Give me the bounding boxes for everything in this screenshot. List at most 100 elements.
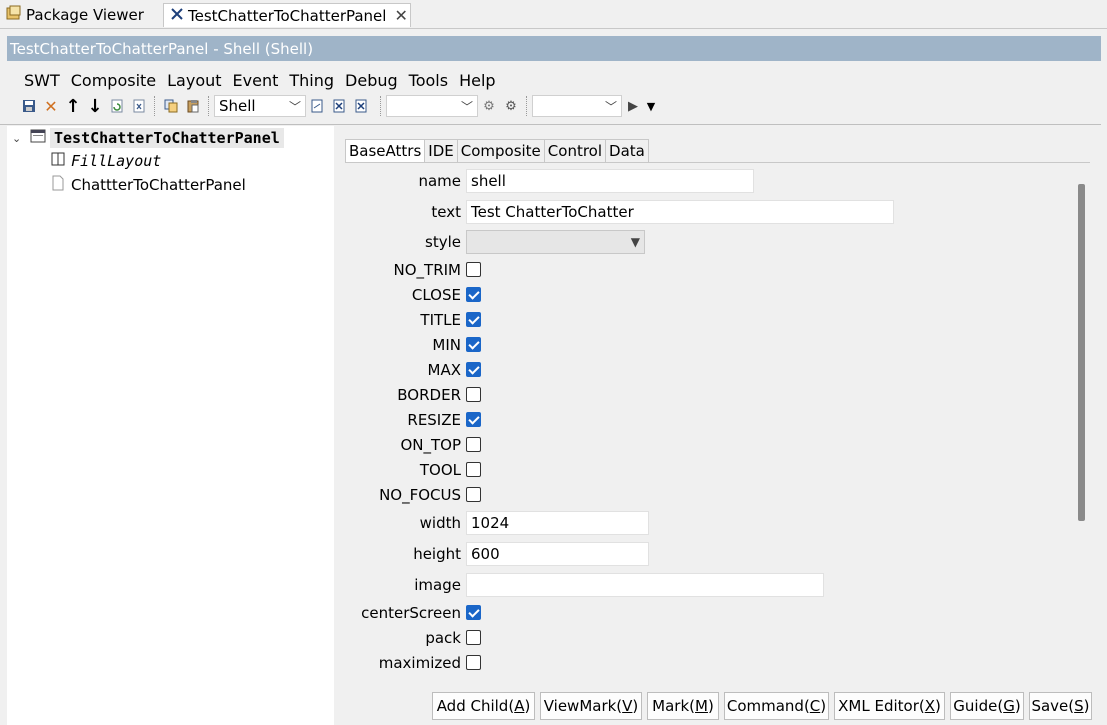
layout-icon [51,152,65,170]
add-child-button[interactable]: Add Child(A) [432,692,535,720]
tree-root[interactable]: ⌄ TestChatterToChatterPanel [12,127,284,149]
menu-event[interactable]: Event [233,71,279,90]
paren: ) [707,697,714,715]
combo-3[interactable]: ﹀ [532,95,622,117]
toolbar: ✕ ↑ ↓ Shell ﹀ ﹀ ⚙ ⚙ ﹀ ▶ ▼ [18,94,658,118]
checkbox-label: centerScreen [361,604,461,622]
gear-icon[interactable]: ⚙ [478,95,500,117]
button-label: Guide( [953,697,1004,715]
title-checkbox[interactable] [466,312,481,327]
button-label: Save( [1031,697,1075,715]
tool-checkbox[interactable] [466,462,481,477]
x-file-icon[interactable] [328,95,350,117]
text-field[interactable]: Test ChatterToChatter [466,200,894,224]
toolbar-separator [208,96,210,116]
x-file-alt-icon[interactable] [350,95,372,117]
width-field[interactable]: 1024 [466,511,649,535]
menu-help[interactable]: Help [459,71,495,90]
triangle-down-icon: ▼ [630,235,640,249]
xml-file-icon[interactable] [128,95,150,117]
mnemonic: X [924,697,935,715]
min-checkbox[interactable] [466,337,481,352]
paren: ) [935,697,941,715]
checkbox-label: MAX [427,361,461,379]
on-top-checkbox[interactable] [466,437,481,452]
tab-data[interactable]: Data [606,139,649,163]
open-icon[interactable] [306,95,328,117]
button-label: Mark( [652,697,696,715]
delete-icon[interactable]: ✕ [40,95,62,117]
mnemonic: C [809,697,821,715]
tree-item-filllayout[interactable]: FillLayout [51,150,161,172]
viewmark-button[interactable]: ViewMark(V) [540,692,642,720]
toolbar-divider [0,124,1101,125]
no-focus-checkbox[interactable] [466,487,481,502]
tab-baseattrs[interactable]: BaseAttrs [345,139,426,163]
center-screen-checkbox[interactable] [466,605,481,620]
menu-thing[interactable]: Thing [289,71,334,90]
style-select[interactable]: ▼ [466,230,645,254]
checkbox-label: pack [425,629,461,647]
menu-debug[interactable]: Debug [345,71,398,90]
tab-control[interactable]: Control [544,139,607,163]
checkbox-label: MIN [432,336,461,354]
xml-editor-button[interactable]: XML Editor(X) [834,692,945,720]
name-field[interactable]: shell [466,169,754,193]
menu-composite[interactable]: Composite [71,71,156,90]
chevron-down-icon[interactable]: ⌄ [12,132,26,145]
paste-icon[interactable] [182,95,204,117]
thing-type-combo[interactable]: Shell ﹀ [214,95,306,117]
mnemonic: M [695,697,708,715]
move-down-icon[interactable]: ↓ [84,95,106,117]
tab-composite[interactable]: Composite [457,139,545,163]
checkbox-label: RESIZE [407,411,461,429]
button-label: Command( [726,697,810,715]
text-label: text [431,203,461,221]
paren: ) [524,697,531,715]
border-checkbox[interactable] [466,387,481,402]
no-trim-checkbox[interactable] [466,262,481,277]
resize-checkbox[interactable] [466,412,481,427]
tree-item-label: ChattterToChatterPanel [71,176,246,194]
guide-button[interactable]: Guide(G) [950,692,1024,720]
toolbar-separator [154,96,156,116]
combo-2[interactable]: ﹀ [386,95,478,117]
tab-label: Package Viewer [26,6,144,24]
tree-item-label: FillLayout [71,152,162,170]
button-label: ViewMark( [543,697,623,715]
settings-icon[interactable]: ⚙ [500,95,522,117]
dropdown-arrow-icon[interactable]: ▼ [644,95,658,117]
mark-button[interactable]: Mark(M) [647,692,719,720]
tab-package-viewer[interactable]: Package Viewer [0,3,160,27]
mnemonic: S [1074,697,1084,715]
copy-icon[interactable] [160,95,182,117]
pack-checkbox[interactable] [466,630,481,645]
menu-layout[interactable]: Layout [167,71,221,90]
tree-item-panel[interactable]: ChattterToChatterPanel [51,174,246,196]
mnemonic: G [1003,697,1015,715]
save-button[interactable]: Save(S) [1029,692,1092,720]
tab-ide[interactable]: IDE [425,139,458,163]
menu-tools[interactable]: Tools [409,71,448,90]
close-icon[interactable]: ✕ [394,6,407,25]
checkbox-label: TITLE [420,311,461,329]
move-up-icon[interactable]: ↑ [62,95,84,117]
paren: ) [632,697,639,715]
window-icon [30,129,46,147]
command-button[interactable]: Command(C) [724,692,829,720]
run-icon[interactable]: ▶ [622,95,644,117]
chevron-down-icon: ﹀ [460,99,473,114]
shell-title-bar: TestChatterToChatterPanel - Shell (Shell… [7,36,1101,61]
height-field[interactable]: 600 [466,542,649,566]
file-icon [51,175,65,195]
tab-testchattertochatterpanel[interactable]: TestChatterToChatterPanel ✕ [163,3,411,27]
close-checkbox[interactable] [466,287,481,302]
max-checkbox[interactable] [466,362,481,377]
vertical-scrollbar[interactable] [1078,184,1085,521]
image-field[interactable] [466,573,824,597]
maximized-checkbox[interactable] [466,655,481,670]
menu-swt[interactable]: SWT [24,71,60,90]
refresh-icon[interactable] [106,95,128,117]
checkbox-label: NO_FOCUS [379,486,461,504]
save-icon[interactable] [18,95,40,117]
